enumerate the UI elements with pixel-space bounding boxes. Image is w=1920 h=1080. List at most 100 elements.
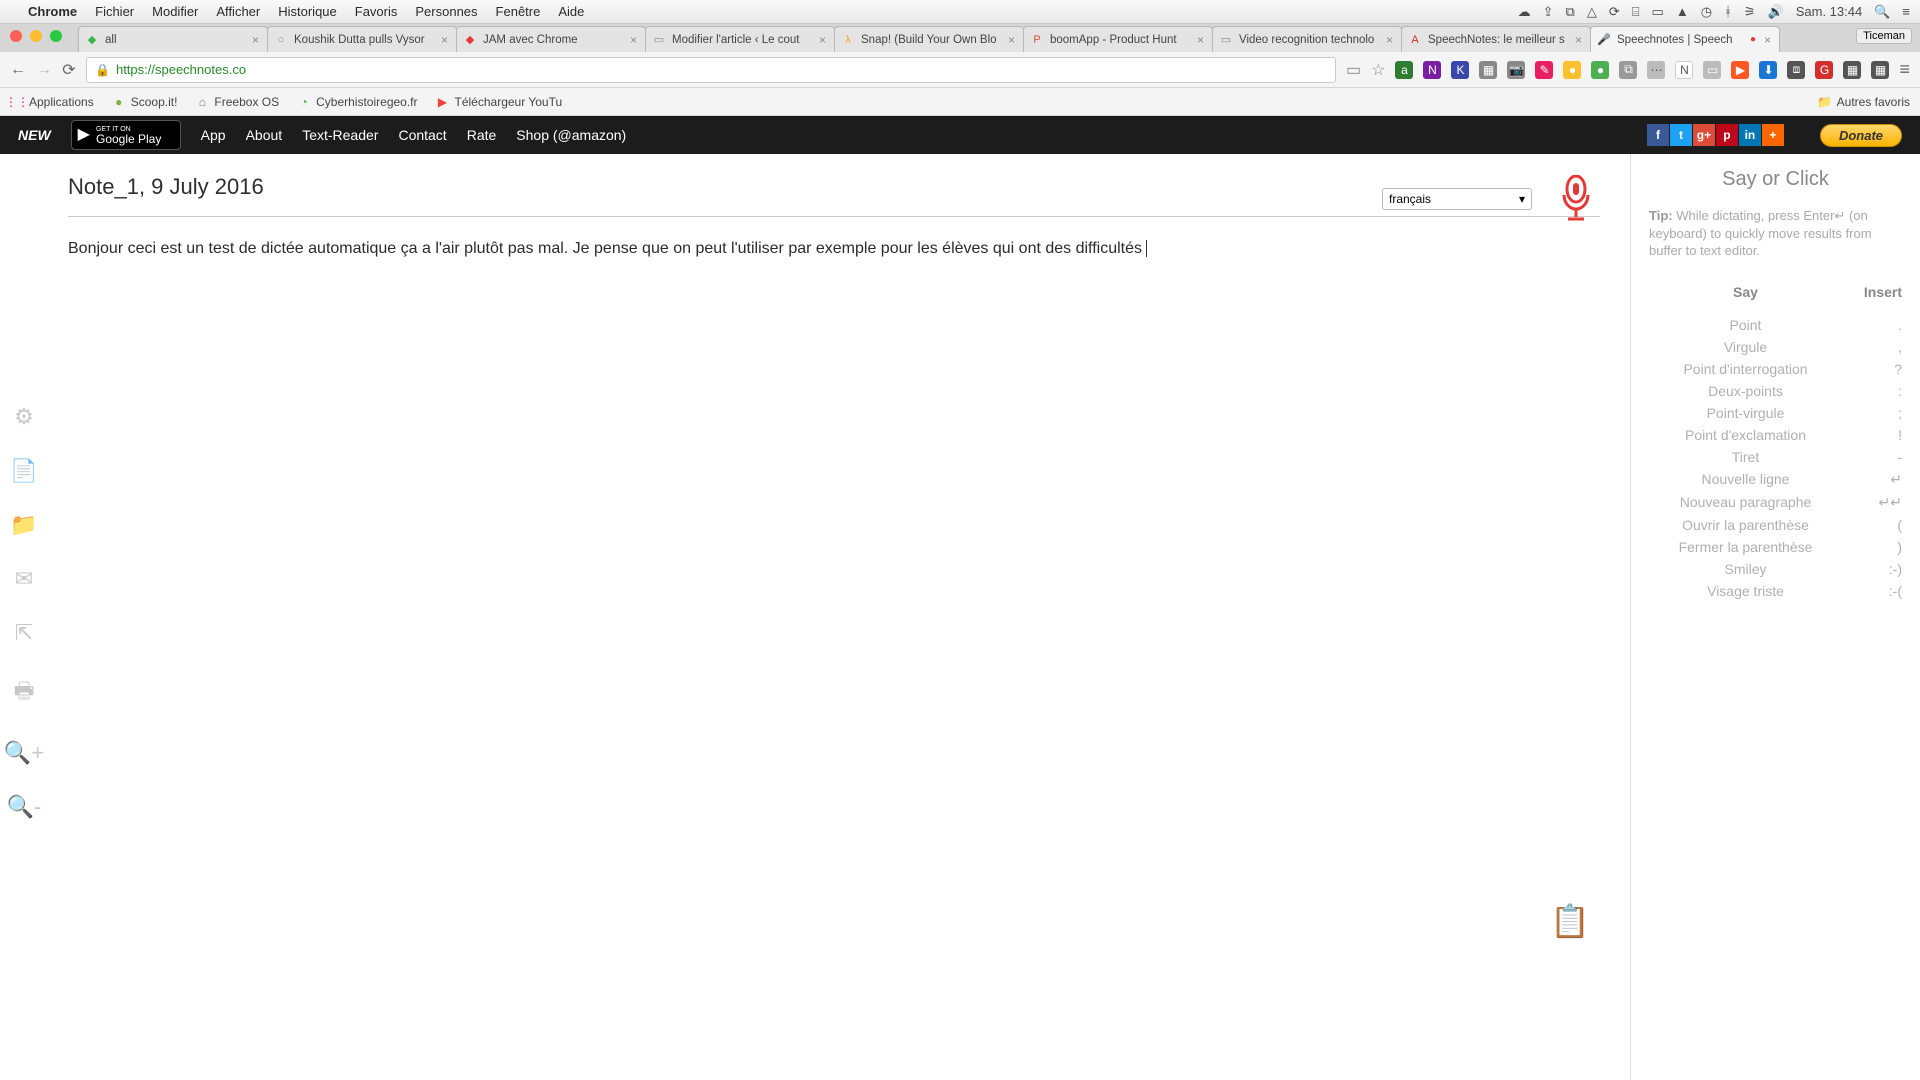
bookmark-item[interactable]: ●Scoop.it! <box>112 95 178 109</box>
command-row[interactable]: Tiret- <box>1649 446 1902 468</box>
twitter-icon[interactable]: t <box>1670 124 1692 146</box>
command-row[interactable]: Point d'exclamation! <box>1649 424 1902 446</box>
maximize-window-button[interactable] <box>50 30 62 42</box>
email-icon[interactable]: ✉ <box>15 566 33 592</box>
nav-link[interactable]: Text-Reader <box>302 127 378 143</box>
notification-icon[interactable]: ≡ <box>1902 4 1910 19</box>
minimize-window-button[interactable] <box>30 30 42 42</box>
menu-item[interactable]: Fenêtre <box>496 4 541 19</box>
other-bookmarks[interactable]: 📁Autres favoris <box>1818 95 1910 109</box>
dropbox-icon[interactable]: ⧉ <box>1566 4 1575 20</box>
tab-close-icon[interactable]: × <box>817 33 828 47</box>
browser-tab[interactable]: ▭Modifier l'article ‹ Le cout× <box>645 26 835 52</box>
nav-link[interactable]: Rate <box>467 127 497 143</box>
tab-close-icon[interactable]: × <box>1006 33 1017 47</box>
share-icon[interactable]: ⇪ <box>1543 4 1554 20</box>
ext-icon[interactable]: ● <box>1591 61 1609 79</box>
back-button[interactable]: ← <box>10 59 26 81</box>
donate-button[interactable]: Donate <box>1820 124 1902 147</box>
command-row[interactable]: Fermer la parenthèse) <box>1649 536 1902 558</box>
command-row[interactable]: Ouvrir la parenthèse( <box>1649 514 1902 536</box>
browser-tab[interactable]: ASpeechNotes: le meilleur s× <box>1401 26 1591 52</box>
open-folder-icon[interactable]: 📁 <box>10 512 37 538</box>
bookmark-item[interactable]: ▶Téléchargeur YouTu <box>436 95 563 109</box>
ext-icon[interactable]: K <box>1451 61 1469 79</box>
ext-icon[interactable]: N <box>1423 61 1441 79</box>
menu-item[interactable]: Favoris <box>355 4 398 19</box>
language-select[interactable]: français ▾ <box>1382 188 1532 210</box>
browser-tab[interactable]: ▭Video recognition technolo× <box>1212 26 1402 52</box>
drive-icon[interactable]: △ <box>1587 4 1597 20</box>
browser-tab[interactable]: ◆all× <box>78 26 268 52</box>
chrome-menu-icon[interactable]: ≡ <box>1899 59 1910 80</box>
ext-icon[interactable]: ⧉ <box>1619 61 1637 79</box>
bluetooth-icon[interactable]: ᚼ <box>1724 4 1732 19</box>
zoom-in-icon[interactable]: 🔍+ <box>4 740 44 766</box>
chrome-profile-badge[interactable]: Ticeman <box>1856 28 1912 44</box>
menu-item[interactable]: Aide <box>558 4 584 19</box>
display-icon[interactable]: ▭ <box>1652 4 1664 20</box>
nav-link[interactable]: About <box>246 127 283 143</box>
browser-tab[interactable]: PboomApp - Product Hunt× <box>1023 26 1213 52</box>
microphone-button[interactable] <box>1552 176 1600 224</box>
ext-icon[interactable]: N <box>1675 61 1693 79</box>
command-row[interactable]: Virgule, <box>1649 336 1902 358</box>
tab-close-icon[interactable]: × <box>250 33 261 47</box>
command-row[interactable]: Nouvelle ligne↵ <box>1649 468 1902 491</box>
addthis-icon[interactable]: + <box>1762 124 1784 146</box>
ext-icon[interactable]: ▦ <box>1843 61 1861 79</box>
wifi-icon[interactable]: ⚞ <box>1744 4 1756 20</box>
ext-icon[interactable]: G <box>1815 61 1833 79</box>
arrow-icon[interactable]: ▲ <box>1676 4 1689 19</box>
ext-icon[interactable]: ▶ <box>1731 61 1749 79</box>
url-input[interactable]: 🔒 https://speechnotes.co <box>86 57 1336 83</box>
command-row[interactable]: Visage triste:-( <box>1649 580 1902 602</box>
sync-icon[interactable]: ⟳ <box>1609 4 1620 20</box>
tab-close-icon[interactable]: × <box>1384 33 1395 47</box>
command-row[interactable]: Deux-points: <box>1649 380 1902 402</box>
zoom-out-icon[interactable]: 🔍- <box>7 794 42 820</box>
cloud-icon[interactable]: ☁ <box>1518 4 1531 20</box>
ext-icon[interactable]: ▭ <box>1346 60 1361 80</box>
linkedin-icon[interactable]: in <box>1739 124 1761 146</box>
forward-button[interactable]: → <box>36 59 52 81</box>
settings-icon[interactable]: ⚙ <box>14 404 34 430</box>
menu-item[interactable]: Afficher <box>216 4 260 19</box>
bookmark-item[interactable]: ⌂Freebox OS <box>195 95 279 109</box>
app-name[interactable]: Chrome <box>28 4 77 19</box>
command-row[interactable]: Smiley:-) <box>1649 558 1902 580</box>
facebook-icon[interactable]: f <box>1647 124 1669 146</box>
print-icon[interactable]: 🖶 <box>14 674 35 712</box>
browser-tab[interactable]: ○Koushik Dutta pulls Vysor× <box>267 26 457 52</box>
tab-close-icon[interactable]: × <box>1195 33 1206 47</box>
pinterest-icon[interactable]: p <box>1716 124 1738 146</box>
nav-link[interactable]: Contact <box>398 127 446 143</box>
ext-icon[interactable]: ● <box>1563 61 1581 79</box>
volume-icon[interactable]: 🔊 <box>1768 4 1784 20</box>
command-row[interactable]: Point. <box>1649 314 1902 336</box>
bookmark-apps[interactable]: ⋮⋮Applications <box>10 95 94 109</box>
googleplus-icon[interactable]: g+ <box>1693 124 1715 146</box>
star-icon[interactable]: ☆ <box>1371 60 1385 80</box>
command-row[interactable]: Point-virgule; <box>1649 402 1902 424</box>
clock-icon[interactable]: ◷ <box>1701 4 1712 20</box>
menu-item[interactable]: Modifier <box>152 4 198 19</box>
copy-button[interactable]: 📋 <box>1550 902 1590 940</box>
browser-tab[interactable]: 🎤Speechnotes | Speech●× <box>1590 26 1780 52</box>
tab-close-icon[interactable]: × <box>439 33 450 47</box>
menu-item[interactable]: Fichier <box>95 4 134 19</box>
clock-text[interactable]: Sam. 13:44 <box>1796 4 1863 19</box>
new-note-icon[interactable]: 📄 <box>10 458 37 484</box>
tab-close-icon[interactable]: × <box>1762 33 1773 47</box>
ext-icon[interactable]: ▦ <box>1479 61 1497 79</box>
menu-item[interactable]: Historique <box>278 4 337 19</box>
command-row[interactable]: Point d'interrogation? <box>1649 358 1902 380</box>
ext-icon[interactable]: ✎ <box>1535 61 1553 79</box>
nav-link[interactable]: App <box>201 127 226 143</box>
browser-tab[interactable]: λSnap! (Build Your Own Blo× <box>834 26 1024 52</box>
nav-link[interactable]: Shop (@amazon) <box>516 127 626 143</box>
close-window-button[interactable] <box>10 30 22 42</box>
ext-icon[interactable]: ⋯ <box>1647 61 1665 79</box>
ext-icon[interactable]: ⬇ <box>1759 61 1777 79</box>
ext-icon[interactable]: ⧈ <box>1787 61 1805 79</box>
